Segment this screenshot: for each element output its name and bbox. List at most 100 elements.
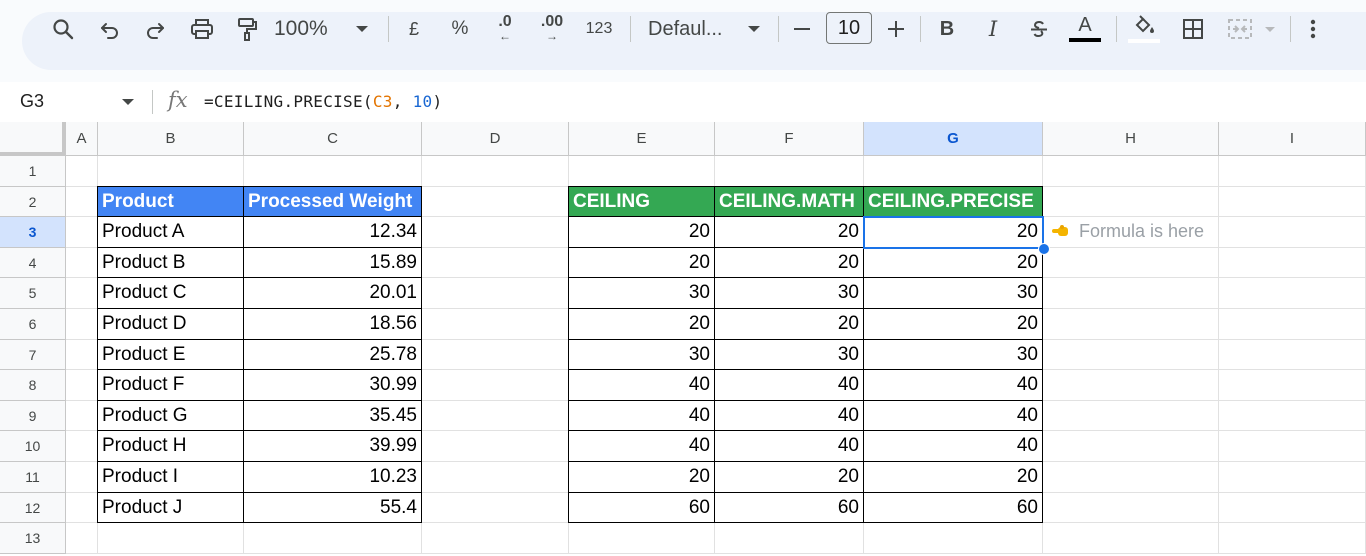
processed-weight-cell[interactable]: 10.23: [243, 461, 422, 493]
grid-cell[interactable]: [422, 186, 569, 218]
ceiling-cell[interactable]: 40: [568, 430, 715, 462]
grid-cell[interactable]: [1043, 278, 1219, 309]
ceiling-precise-cell[interactable]: 20: [863, 308, 1043, 340]
processed-weight-cell[interactable]: 35.45: [243, 399, 422, 432]
grid-cell[interactable]: [66, 278, 98, 309]
grid-cell[interactable]: [66, 370, 98, 401]
grid-cell[interactable]: [1043, 523, 1219, 554]
increase-decimal-button[interactable]: .00 →: [536, 0, 568, 58]
grid-cell[interactable]: [66, 431, 98, 462]
print-icon[interactable]: [186, 0, 218, 58]
search-icon[interactable]: [46, 0, 80, 58]
paint-format-icon[interactable]: [232, 0, 262, 58]
grid-cell[interactable]: [422, 278, 569, 309]
grid-cell[interactable]: [422, 339, 569, 371]
row-header[interactable]: 8: [0, 370, 66, 401]
ceiling-precise-cell[interactable]: 30: [863, 277, 1043, 309]
ceiling-precise-cell[interactable]: 30: [863, 338, 1043, 371]
ceiling-precise-cell[interactable]: 40: [863, 369, 1043, 401]
undo-icon[interactable]: [95, 0, 125, 58]
product-name-cell[interactable]: Product C: [97, 277, 244, 309]
row-header[interactable]: 3: [0, 217, 66, 248]
grid-cell[interactable]: [422, 431, 569, 462]
grid-cell[interactable]: [422, 309, 569, 340]
grid-cell[interactable]: [66, 156, 98, 187]
column-header[interactable]: G: [864, 122, 1043, 156]
grid-cell[interactable]: [1043, 492, 1219, 524]
grid-cell[interactable]: [1043, 400, 1219, 432]
grid-cell[interactable]: [66, 309, 98, 340]
grid-cell[interactable]: [715, 523, 864, 554]
grid-cell[interactable]: [66, 247, 98, 279]
name-box-caret-icon[interactable]: [122, 99, 134, 105]
grid-cell[interactable]: [422, 156, 569, 187]
product-name-cell[interactable]: Product E: [97, 338, 244, 371]
decrease-decimal-button[interactable]: .0 ←: [490, 0, 520, 58]
decrease-font-size-icon[interactable]: [790, 0, 814, 58]
product-name-cell[interactable]: Product F: [97, 369, 244, 401]
grid-cell[interactable]: [569, 156, 715, 187]
ceiling-cell[interactable]: 30: [568, 277, 715, 309]
grid-cell[interactable]: [1219, 400, 1366, 432]
table1-header-cell[interactable]: Product: [97, 185, 244, 218]
grid-cell[interactable]: [1043, 247, 1219, 279]
product-name-cell[interactable]: Product H: [97, 430, 244, 462]
grid-cell[interactable]: [1043, 186, 1219, 218]
grid-cell[interactable]: [1219, 217, 1366, 248]
grid-cell[interactable]: [1043, 462, 1219, 493]
grid-cell[interactable]: [1219, 370, 1366, 401]
grid-cell[interactable]: [244, 156, 422, 187]
processed-weight-cell[interactable]: 55.4: [243, 491, 422, 524]
grid-cell[interactable]: [864, 523, 1043, 554]
ceiling-cell[interactable]: 40: [568, 369, 715, 401]
grid-cell[interactable]: [244, 523, 422, 554]
ceiling-cell[interactable]: 20: [568, 461, 715, 493]
ceiling-cell[interactable]: 20: [568, 216, 715, 248]
ceiling-math-cell[interactable]: 30: [714, 338, 864, 371]
processed-weight-cell[interactable]: 18.56: [243, 308, 422, 340]
grid-cell[interactable]: [1219, 156, 1366, 187]
ceiling-math-cell[interactable]: 60: [714, 491, 864, 524]
grid-cell[interactable]: [66, 492, 98, 524]
name-box[interactable]: G3: [20, 91, 44, 112]
grid-cell[interactable]: [1219, 278, 1366, 309]
zoom-caret-icon[interactable]: [352, 0, 372, 58]
column-header[interactable]: D: [422, 122, 569, 156]
grid-cell[interactable]: [1043, 370, 1219, 401]
table2-header-cell[interactable]: CEILING.MATH: [714, 185, 864, 218]
grid-cell[interactable]: [864, 156, 1043, 187]
processed-weight-cell[interactable]: 39.99: [243, 430, 422, 462]
grid-cell[interactable]: [422, 492, 569, 524]
ceiling-cell[interactable]: 20: [568, 308, 715, 340]
grid-cell[interactable]: [1043, 309, 1219, 340]
ceiling-precise-cell[interactable]: 20: [863, 216, 1043, 248]
product-name-cell[interactable]: Product B: [97, 246, 244, 279]
zoom-select[interactable]: 100%: [274, 0, 346, 58]
processed-weight-cell[interactable]: 15.89: [243, 246, 422, 279]
grid-cell[interactable]: [1219, 309, 1366, 340]
ceiling-precise-cell[interactable]: 40: [863, 399, 1043, 432]
fill-handle[interactable]: [1038, 242, 1050, 255]
grid-cell[interactable]: [66, 523, 98, 554]
increase-font-size-icon[interactable]: [884, 0, 908, 58]
grid-cell[interactable]: [422, 523, 569, 554]
grid-cell[interactable]: [98, 523, 244, 554]
column-header[interactable]: A: [66, 122, 98, 156]
row-header[interactable]: 7: [0, 339, 66, 371]
font-size-input[interactable]: 10: [826, 12, 872, 44]
table2-header-cell[interactable]: CEILING.PRECISE: [863, 185, 1043, 218]
grid-cell[interactable]: [1043, 339, 1219, 371]
ceiling-cell[interactable]: 30: [568, 338, 715, 371]
ceiling-math-cell[interactable]: 20: [714, 246, 864, 279]
product-name-cell[interactable]: Product D: [97, 308, 244, 340]
formula-input[interactable]: =CEILING.PRECISE(C3, 10): [204, 92, 442, 111]
more-formats-button[interactable]: 123: [582, 0, 616, 58]
ceiling-cell[interactable]: 20: [568, 246, 715, 279]
text-color-button[interactable]: A: [1068, 0, 1102, 58]
grid-cell[interactable]: [1219, 339, 1366, 371]
column-header[interactable]: C: [244, 122, 422, 156]
processed-weight-cell[interactable]: 20.01: [243, 277, 422, 309]
percent-format-button[interactable]: %: [446, 0, 474, 58]
grid-cell[interactable]: [422, 217, 569, 248]
grid-cell[interactable]: [1219, 523, 1366, 554]
